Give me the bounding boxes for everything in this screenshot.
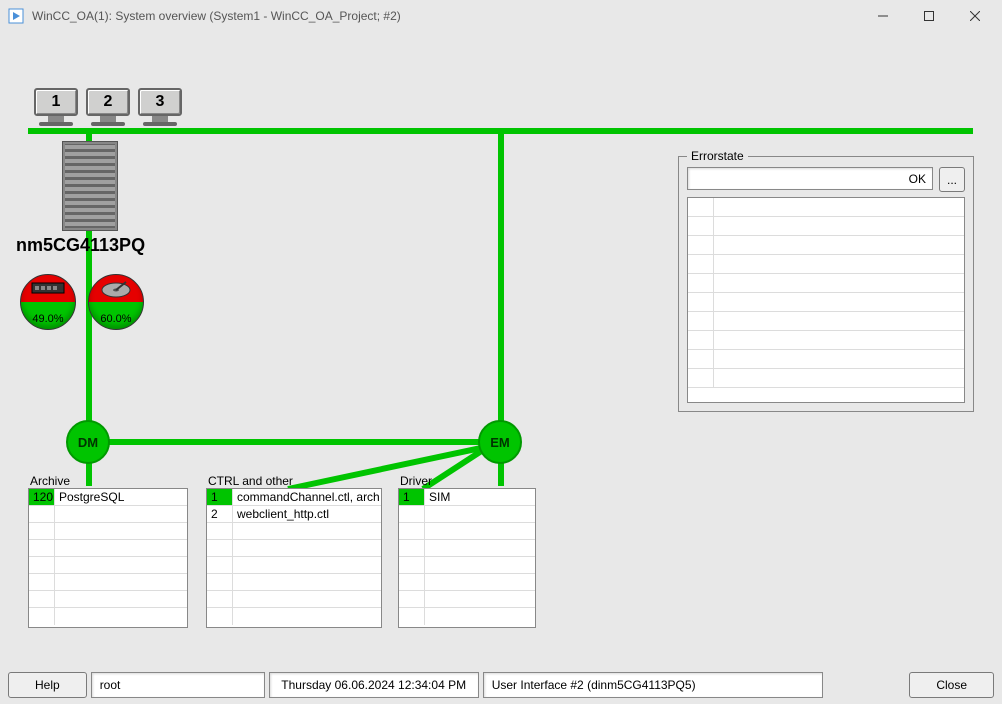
monitor-label: 2 — [86, 88, 130, 116]
disk-icon — [89, 279, 143, 304]
ctrl-row-num: 1 — [207, 489, 233, 505]
window-title: WinCC_OA(1): System overview (System1 - … — [32, 9, 860, 23]
driver-title: Driver — [400, 474, 432, 488]
help-button[interactable]: Help — [8, 672, 87, 698]
monitor-1[interactable]: 1 — [34, 88, 78, 128]
ctrl-row-txt: webclient_http.ctl — [233, 506, 381, 522]
errorstate-group: Errorstate OK ... — [678, 156, 974, 412]
monitor-label: 3 — [138, 88, 182, 116]
driver-row-txt: SIM — [425, 489, 535, 505]
errorstate-table[interactable] — [687, 197, 965, 403]
line-em-ctrl — [287, 441, 499, 492]
archive-title: Archive — [30, 474, 70, 488]
archive-row-txt: PostgreSQL — [55, 489, 187, 505]
app-icon — [8, 8, 24, 24]
titlebar: WinCC_OA(1): System overview (System1 - … — [0, 0, 1002, 32]
errorstate-more-button[interactable]: ... — [939, 167, 965, 192]
node-dm[interactable]: DM — [66, 420, 110, 464]
minimize-button[interactable] — [860, 1, 906, 31]
canvas: 1 2 3 nm5CG4113PQ 49.0% 60.0% DM EM Arch… — [8, 36, 994, 664]
gauge-disk-value: 60.0% — [89, 313, 143, 325]
gauge-disk[interactable]: 60.0% — [88, 274, 144, 330]
ctrl-row-txt: commandChannel.ctl, arch — [233, 489, 381, 505]
ctrl-row-num: 2 — [207, 506, 233, 522]
monitor-label: 1 — [34, 88, 78, 116]
archive-table[interactable]: 120PostgreSQL — [28, 488, 188, 628]
monitor-2[interactable]: 2 — [86, 88, 130, 128]
maximize-button[interactable] — [906, 1, 952, 31]
line-bus-em — [498, 134, 504, 442]
footer: Help root Thursday 06.06.2024 12:34:04 P… — [8, 672, 994, 698]
monitor-3[interactable]: 3 — [138, 88, 182, 128]
errorstate-status: OK — [687, 167, 933, 190]
status-datetime: Thursday 06.06.2024 12:34:04 PM — [269, 672, 479, 698]
line-dm-archive — [86, 461, 92, 486]
server-icon[interactable] — [62, 141, 118, 231]
status-user: root — [91, 672, 265, 698]
errorstate-legend: Errorstate — [687, 149, 748, 163]
line-em-driver — [498, 461, 504, 486]
status-ui: User Interface #2 (dinm5CG4113PQ5) — [483, 672, 823, 698]
gauge-mem[interactable]: 49.0% — [20, 274, 76, 330]
line-dm-em — [108, 439, 498, 445]
archive-row-num: 120 — [29, 489, 55, 505]
ctrl-table[interactable]: 1commandChannel.ctl, arch 2webclient_htt… — [206, 488, 382, 628]
close-button[interactable]: Close — [909, 672, 994, 698]
gauge-mem-value: 49.0% — [21, 313, 75, 325]
close-window-button[interactable] — [952, 1, 998, 31]
node-em[interactable]: EM — [478, 420, 522, 464]
hostname: nm5CG4113PQ — [16, 235, 145, 256]
driver-table[interactable]: 1SIM — [398, 488, 536, 628]
ram-icon — [21, 279, 75, 302]
driver-row-num: 1 — [399, 489, 425, 505]
ctrl-title: CTRL and other — [208, 474, 293, 488]
